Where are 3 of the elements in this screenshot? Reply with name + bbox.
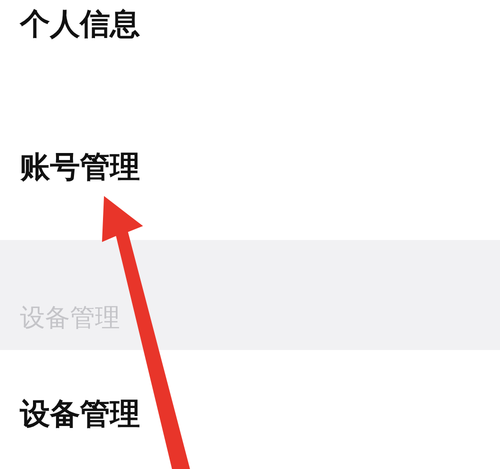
menu-item[interactable]: 账号管理	[20, 150, 140, 185]
menu-item[interactable]: 个人信息	[20, 7, 140, 42]
menu-item[interactable]: 设备管理	[20, 397, 140, 432]
